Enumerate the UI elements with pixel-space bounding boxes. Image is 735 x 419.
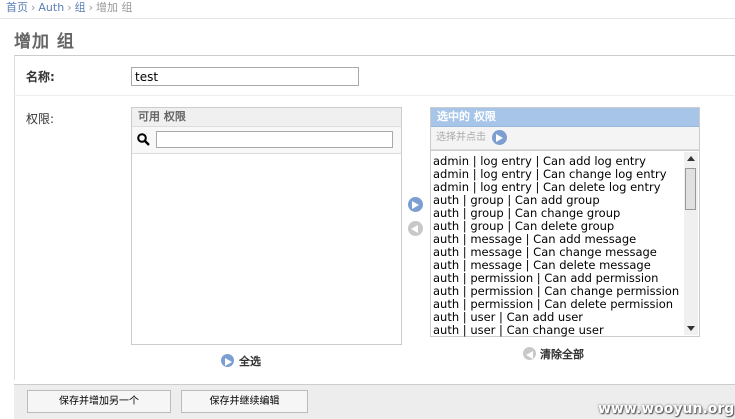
breadcrumb: 首页 › Auth › 组 › 增加 组 xyxy=(0,0,735,19)
chosen-scrollbar[interactable] xyxy=(684,152,698,335)
remove-arrow-icon[interactable] xyxy=(408,221,423,236)
scroll-thumb[interactable] xyxy=(685,168,696,210)
available-list[interactable] xyxy=(132,154,401,344)
chosen-permissions-box: 选中的 权限 选择并点击 admin | log entry | Can add… xyxy=(430,107,700,337)
save-continue-button[interactable]: 保存并继续编辑 xyxy=(181,390,308,413)
filter-row xyxy=(132,127,401,154)
scroll-up-icon[interactable] xyxy=(687,156,695,161)
search-icon xyxy=(137,133,150,146)
clear-all-icon[interactable] xyxy=(523,347,536,360)
chosen-list-box[interactable]: admin | log entry | Can add log entry adm… xyxy=(431,150,699,337)
chosen-list-item[interactable]: auth | user | Can change user xyxy=(433,324,683,337)
breadcrumb-separator: › xyxy=(67,1,72,14)
chosen-hint: 选择并点击 xyxy=(436,132,486,143)
filter-input[interactable] xyxy=(156,131,393,148)
breadcrumb-auth-link[interactable]: Auth xyxy=(38,1,64,14)
breadcrumb-current: 增加 组 xyxy=(96,1,133,14)
chosen-list[interactable]: admin | log entry | Can add log entry adm… xyxy=(433,155,683,337)
breadcrumb-separator: › xyxy=(31,1,36,14)
clear-all-link[interactable]: 清除全部 xyxy=(540,346,584,362)
breadcrumb-group-link[interactable]: 组 xyxy=(75,1,86,14)
watermark: www.wooyun.org xyxy=(598,401,735,417)
breadcrumb-separator: › xyxy=(88,1,93,14)
add-arrow-icon[interactable] xyxy=(408,197,423,212)
name-row xyxy=(14,56,735,96)
chosen-header: 选中的 权限 xyxy=(431,108,699,127)
select-all-icon[interactable] xyxy=(221,354,234,367)
name-field[interactable] xyxy=(131,67,359,86)
chosen-hint-row: 选择并点击 xyxy=(431,127,699,150)
scroll-down-icon[interactable] xyxy=(687,326,695,331)
available-header: 可用 权限 xyxy=(132,108,401,127)
breadcrumb-home-link[interactable]: 首页 xyxy=(6,1,28,14)
chosen-hint-icon[interactable] xyxy=(492,130,507,145)
page-title: 增加 组 xyxy=(14,32,75,52)
permissions-label: 权限: xyxy=(26,112,55,126)
available-permissions-box: 可用 权限 xyxy=(131,107,402,345)
name-label: 名称: xyxy=(26,70,55,84)
select-all-link[interactable]: 全选 xyxy=(239,353,261,369)
save-add-another-button[interactable]: 保存并增加另一个 xyxy=(27,390,171,413)
